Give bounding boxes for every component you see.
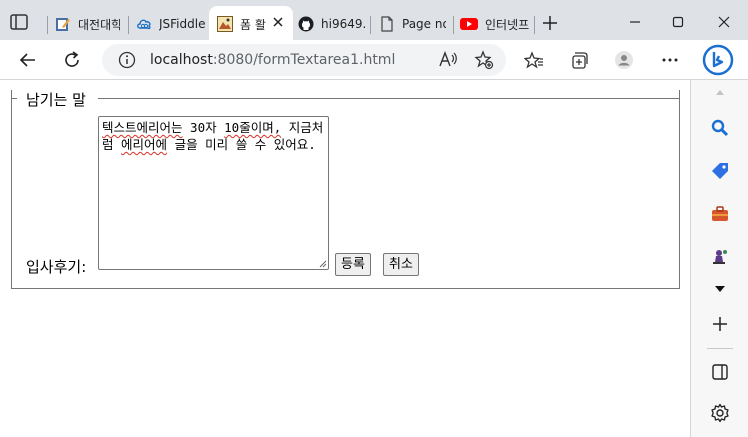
edge-sidebar [690,80,748,437]
document-icon [381,16,393,32]
tab-1[interactable]: 대전대학 [55,8,127,40]
bing-chat-icon[interactable] [702,44,734,76]
collections-icon[interactable] [569,50,589,70]
search-icon[interactable] [710,118,730,138]
shopping-tag-icon[interactable] [710,162,730,182]
tab-separator [128,16,129,34]
page-content: 남기는 말 입사후기: 텍스트에리어는 30자 10줄이며, 지금처럼 에리어에… [0,80,690,437]
url-path: :8080/formTextarea1.html [212,52,396,68]
reset-button[interactable]: 취소 [383,253,419,276]
scroll-up-icon[interactable] [710,86,730,98]
tab-6[interactable]: 인터넷프 [460,8,534,40]
tab-2[interactable]: JSFiddle [136,8,212,40]
read-aloud-icon[interactable] [438,50,458,70]
games-icon[interactable] [710,246,730,266]
url-text[interactable]: localhost:8080/formTextarea1.html [150,52,395,68]
review-label: 입사후기: [26,258,87,276]
sidebar-layout-icon[interactable] [710,362,730,382]
tab-title: 폼 활 [240,17,266,32]
add-favorite-icon[interactable] [474,50,494,70]
tab-actions-icon[interactable] [10,14,28,30]
close-tab-icon[interactable] [271,15,285,29]
tab-separator [47,16,48,34]
tab-strip: 대전대학 JSFiddle 폼 활 hi9649.c [0,0,748,44]
tab-separator [453,16,454,34]
tab-4[interactable]: hi9649.c [298,8,370,40]
address-toolbar: localhost:8080/formTextarea1.html [0,40,748,80]
textarea-text: 텍스트에리어는 30자 10줄이며, 지금처럼 에리어에 글을 미리 쓸 수 있… [102,120,324,152]
add-sidebar-icon[interactable] [710,314,730,334]
sidebar-divider [707,348,733,349]
submit-button[interactable]: 등록 [335,253,371,276]
chevron-down-icon[interactable] [710,279,730,299]
review-textarea[interactable]: 텍스트에리어는 30자 10줄이며, 지금처럼 에리어에 글을 미리 쓸 수 있… [98,116,329,270]
minimize-icon[interactable] [625,12,645,32]
maximize-icon[interactable] [668,12,688,32]
edit-note-icon [56,18,70,31]
tab-separator [370,16,371,34]
tab-active[interactable]: 폼 활 [209,6,293,42]
new-tab-icon[interactable] [542,15,558,31]
tab-5[interactable]: Page not [379,8,451,40]
url-host: localhost [150,52,213,68]
refresh-icon[interactable] [62,50,82,70]
address-bar[interactable]: localhost:8080/formTextarea1.html [102,44,506,76]
back-arrow-icon[interactable] [18,50,38,70]
tab-title: JSFiddle [159,17,206,31]
github-icon [298,16,314,32]
youtube-icon [460,18,478,30]
cloud-icon [137,19,151,30]
tab-title: 대전대학 [78,17,120,32]
profile-avatar-icon[interactable] [614,50,634,70]
close-window-icon[interactable] [714,12,734,32]
resize-grip-icon[interactable] [319,260,327,268]
more-menu-icon[interactable] [660,50,680,70]
tools-briefcase-icon[interactable] [710,204,730,224]
settings-gear-icon[interactable] [710,403,730,423]
favorites-icon[interactable] [524,50,544,70]
tab-title: hi9649.c [321,17,365,31]
tab-title: Page not [402,17,446,31]
fieldset-legend: 남기는 말 [26,91,86,109]
image-thumbnail-icon [217,16,233,32]
info-icon[interactable] [118,51,136,69]
tab-title: 인터넷프 [485,17,530,32]
tab-separator [534,16,535,34]
